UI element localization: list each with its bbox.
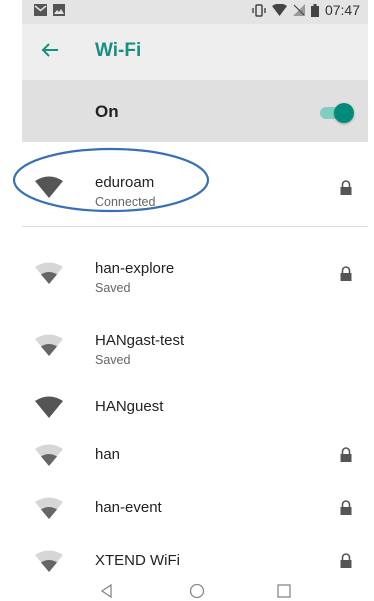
wifi-signal-icon — [35, 396, 63, 418]
network-name: HANgast-test — [95, 332, 185, 349]
network-status: Saved — [95, 353, 131, 367]
network-item[interactable]: eduroam Connected — [22, 160, 368, 209]
arrow-left-icon[interactable] — [38, 38, 62, 62]
network-name: han-explore — [95, 260, 175, 277]
divider — [22, 226, 368, 227]
wifi-signal-icon — [35, 444, 63, 466]
wifi-master-switch-row[interactable]: On — [22, 80, 368, 142]
network-status: Saved — [95, 281, 131, 295]
status-bar: 07:47 — [22, 0, 368, 24]
no-sim-icon — [292, 4, 305, 16]
notification-icons — [34, 4, 65, 16]
network-item[interactable]: han-event — [22, 490, 368, 534]
toggle-knob — [334, 103, 354, 123]
system-status: 07:47 — [252, 2, 360, 18]
network-status: Connected — [95, 195, 156, 209]
lock-icon — [340, 447, 352, 462]
network-name: han — [95, 446, 121, 463]
app-bar: Wi-Fi — [22, 24, 368, 80]
network-item[interactable]: HANgast-test Saved — [22, 318, 368, 367]
wifi-signal-icon — [35, 176, 63, 198]
network-item[interactable]: han-explore Saved — [22, 246, 368, 295]
wifi-signal-icon — [35, 262, 63, 284]
network-name: HANguest — [95, 398, 164, 415]
lock-icon — [340, 266, 352, 281]
lock-icon — [340, 553, 352, 568]
square-recents-icon[interactable] — [275, 582, 293, 600]
wifi-signal-icon — [35, 550, 63, 572]
phone-screen: 07:47 Wi-Fi On eduroam Connected han-explo… — [22, 0, 368, 601]
mail-notification-icon — [34, 4, 47, 16]
network-name: han-event — [95, 499, 162, 516]
network-name: XTEND WiFi — [95, 552, 180, 569]
wifi-toggle[interactable] — [318, 103, 354, 123]
network-item[interactable]: han — [22, 437, 368, 481]
battery-icon — [310, 3, 319, 17]
network-item[interactable]: HANguest — [22, 389, 368, 433]
wifi-signal-icon — [35, 334, 63, 356]
lock-icon — [340, 500, 352, 515]
wifi-switch-label: On — [95, 102, 119, 121]
triangle-back-icon[interactable] — [98, 582, 116, 600]
page-title: Wi-Fi — [95, 40, 142, 61]
navigation-bar — [0, 576, 374, 601]
circle-home-icon[interactable] — [188, 582, 206, 600]
network-name: eduroam — [95, 174, 155, 191]
wifi-status-icon — [271, 4, 287, 16]
image-notification-icon — [53, 4, 65, 16]
vibrate-icon — [252, 3, 266, 17]
clock: 07:47 — [324, 2, 360, 18]
wifi-signal-icon — [35, 497, 63, 519]
lock-icon — [340, 180, 352, 195]
